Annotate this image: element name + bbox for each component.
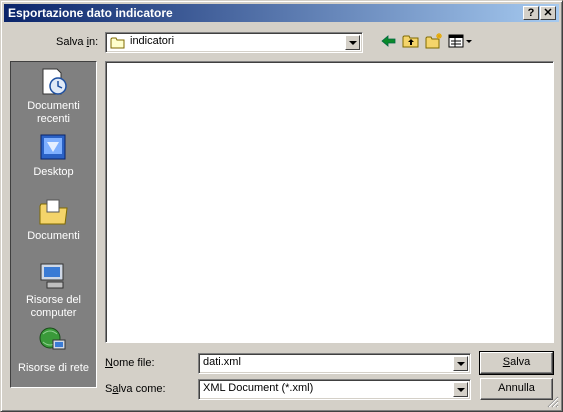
place-recent-documents-label: Documenti recenti (27, 100, 80, 125)
place-desktop[interactable]: Desktop (11, 132, 96, 192)
save-as-type-label-text: lva come: (118, 383, 166, 395)
places-bar: Documenti recenti Desktop Documenti Riso… (10, 61, 97, 388)
save-button[interactable]: Salva (479, 351, 554, 375)
filename-combo[interactable]: dati.xml (198, 353, 471, 374)
save-in-label-suffix: n: (89, 36, 99, 48)
save-in-label-text: Salva (56, 36, 87, 48)
place-network[interactable]: Risorse di rete (11, 324, 96, 384)
save-button-accesskey: S (502, 356, 511, 368)
save-as-type-dropdown-button[interactable] (453, 382, 468, 397)
back-icon[interactable] (379, 32, 399, 50)
new-folder-icon[interactable] (424, 32, 444, 50)
place-network-label: Risorse di rete (18, 362, 89, 374)
place-my-computer-label: Risorse del computer (25, 294, 82, 319)
close-button[interactable]: ✕ (540, 6, 556, 20)
title-bar[interactable]: Esportazione dato indicatore ? ✕ (4, 4, 559, 22)
view-menu-icon[interactable] (447, 32, 473, 50)
filename-input[interactable]: dati.xml (203, 356, 241, 368)
place-recent-documents[interactable]: Documenti recenti (11, 66, 96, 126)
filename-label-accesskey: N (105, 357, 113, 369)
my-computer-icon (40, 263, 64, 289)
cancel-button[interactable]: Annulla (480, 378, 553, 400)
save-as-type-label: Salva come: (105, 383, 166, 395)
save-in-dropdown-button[interactable] (345, 35, 360, 50)
place-my-documents[interactable]: Documenti (11, 196, 96, 256)
place-my-documents-label: Documenti (27, 230, 80, 242)
save-as-type-value: XML Document (*.xml) (203, 382, 314, 394)
filename-dropdown-button[interactable] (453, 356, 468, 371)
dialog-title: Esportazione dato indicatore (8, 6, 173, 20)
save-as-type-combo[interactable]: XML Document (*.xml) (198, 379, 471, 400)
save-dialog: Esportazione dato indicatore ? ✕ Salva i… (0, 0, 563, 412)
folder-icon (110, 37, 125, 49)
recent-documents-icon (42, 68, 67, 95)
resize-grip-icon[interactable] (547, 396, 559, 408)
file-list[interactable] (105, 61, 554, 343)
save-button-label: alva (510, 356, 531, 368)
save-in-value: indicatori (130, 35, 175, 47)
help-button[interactable]: ? (523, 6, 539, 20)
my-documents-icon (39, 199, 68, 225)
place-my-computer[interactable]: Risorse del computer (11, 260, 96, 320)
network-places-icon (39, 327, 66, 350)
save-in-label: Salva in: (56, 36, 98, 48)
place-desktop-label: Desktop (33, 166, 74, 178)
filename-label-text: ome file: (112, 357, 155, 369)
filename-label: Nome file: (105, 357, 155, 369)
save-in-combo[interactable]: indicatori (105, 32, 363, 53)
desktop-icon (40, 134, 66, 160)
up-folder-icon[interactable] (401, 32, 421, 50)
